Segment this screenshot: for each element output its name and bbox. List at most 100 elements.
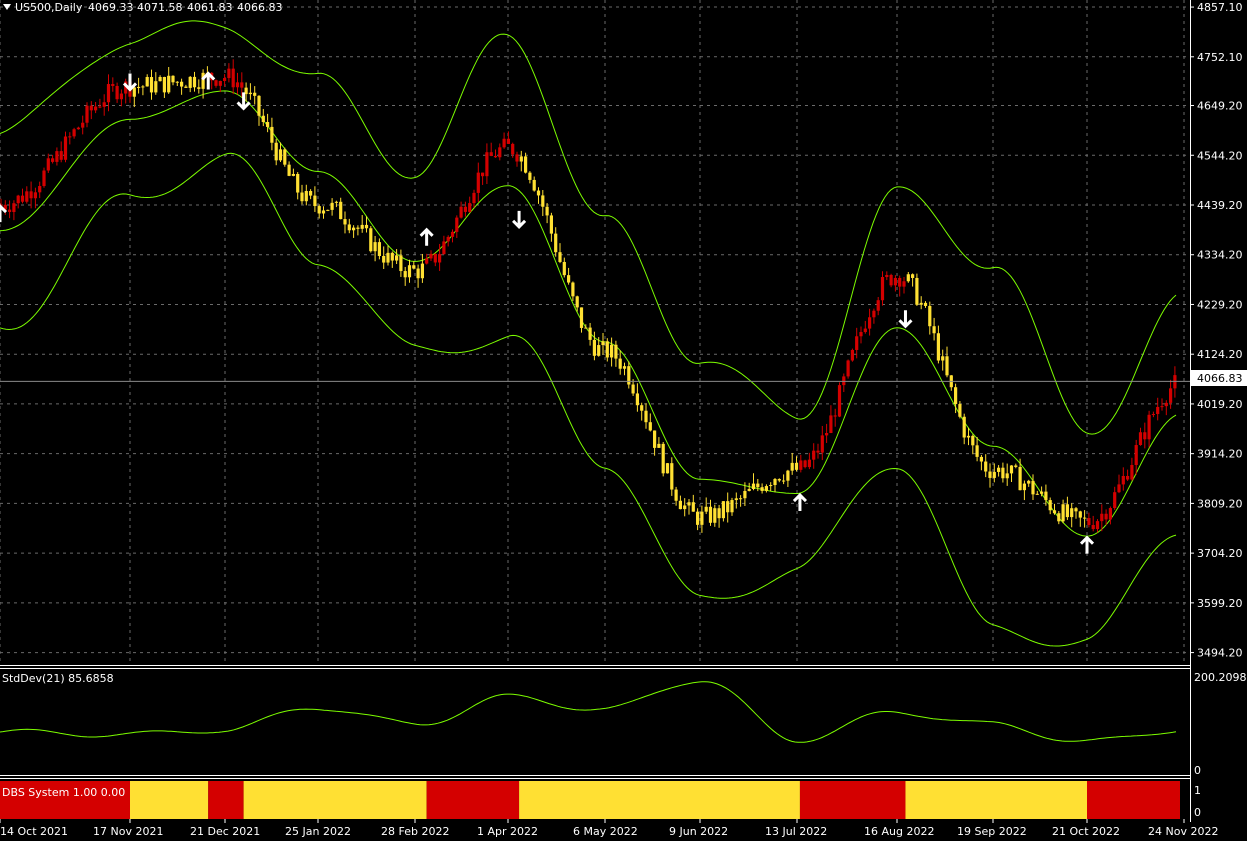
time-tick-label: 25 Jan 2022 (285, 825, 351, 838)
chart-canvas[interactable]: 4857.10 4752.10 4649.20 4544.20 4439.20 4334.… (0, 0, 1247, 841)
candle-body (958, 404, 962, 417)
candle-body (455, 217, 459, 232)
price-tick-label: 4857.10 (1197, 1, 1243, 14)
arrow-up-icon (419, 227, 434, 246)
candle-body (12, 203, 16, 213)
candle-body (614, 344, 618, 359)
candle-body (29, 191, 33, 199)
candle-body (395, 255, 399, 261)
candle-body (941, 356, 945, 361)
dbs-segment (905, 781, 1087, 819)
candle-body (743, 490, 747, 499)
stddev-panel[interactable]: StdDev(21) 85.6858 200.2098 0 (0, 671, 1247, 777)
candle-body (932, 326, 936, 334)
candle-body (1134, 445, 1138, 465)
candle-body (1040, 491, 1044, 494)
candle-body (708, 506, 713, 523)
candle-body (463, 206, 467, 212)
candle-body (992, 471, 996, 478)
candle-body (356, 227, 360, 229)
candle-body (880, 277, 885, 301)
price-tick-label: 4124.20 (1197, 348, 1243, 361)
candle-body (850, 349, 854, 361)
candle-body (347, 224, 351, 231)
candle-body (235, 82, 240, 88)
candle-body (55, 151, 59, 162)
price-tick-label: 4752.10 (1197, 51, 1243, 64)
candle-body (764, 486, 768, 491)
arrow-up-icon (1079, 535, 1095, 554)
candle-body (429, 253, 433, 259)
candle-body (825, 433, 829, 436)
candle-body (296, 173, 300, 193)
candle-body (450, 231, 455, 237)
candle-body (833, 415, 837, 417)
dbs-segment (1087, 781, 1180, 819)
dbs-segment (426, 781, 520, 819)
candle-body (700, 511, 704, 525)
candle-body (162, 76, 166, 93)
candle-body (1117, 484, 1121, 493)
price-tick-label: 3914.20 (1197, 448, 1243, 461)
candle-body (519, 156, 523, 162)
candle-body (476, 172, 480, 193)
candle-body (1164, 402, 1168, 407)
price-axis: 4857.10 4752.10 4649.20 4544.20 4439.20 4334.… (1190, 0, 1247, 822)
price-tick-label: 3809.20 (1197, 497, 1243, 510)
candle-body (137, 86, 141, 88)
candle-body (618, 358, 622, 369)
candle-body (571, 282, 575, 297)
candle-body (696, 511, 700, 525)
candle-body (803, 460, 807, 468)
candle-body (1095, 521, 1100, 530)
candle-body (399, 255, 403, 272)
candle-body (218, 80, 222, 86)
candle-body (94, 106, 98, 111)
dbs-label: DBS System 1.00 0.00 (2, 786, 125, 799)
candle-body (132, 87, 136, 97)
candle-body (511, 143, 515, 155)
candle-body (141, 86, 145, 88)
candle-body (545, 206, 549, 216)
candle-body (493, 155, 498, 158)
candle-body (962, 416, 966, 438)
candle-body (1121, 475, 1125, 485)
candle-body (313, 195, 317, 207)
candle-body (1057, 513, 1061, 522)
candle-body (747, 489, 751, 491)
candle-body (846, 360, 850, 377)
candle-body (81, 122, 85, 128)
dbs-panel[interactable]: DBS System 1.00 0.00 1 0 (0, 781, 1201, 819)
candle-body (278, 149, 283, 161)
candle-body (72, 129, 76, 137)
candle-body (592, 339, 596, 356)
dbs-segment (519, 781, 800, 819)
candle-body (597, 345, 601, 356)
candle-body (360, 224, 364, 229)
candle-body (1169, 388, 1173, 403)
candle-body (16, 195, 20, 204)
candle-body (407, 265, 412, 278)
candle-body (352, 227, 356, 231)
price-tick-label: 3704.20 (1197, 547, 1243, 560)
candle-body (812, 450, 816, 460)
candle-body (446, 236, 450, 242)
price-panel[interactable] (0, 0, 1190, 665)
candle-body (1113, 492, 1117, 509)
candle-body (622, 366, 627, 369)
candle-body (1108, 508, 1112, 520)
candle-body (1091, 525, 1095, 530)
candle-body (872, 310, 876, 318)
candle-body (923, 302, 928, 306)
band-lower (0, 152, 1177, 647)
candle-body (386, 252, 390, 263)
low-value: 4061.83 (187, 1, 233, 14)
candle-body (115, 85, 119, 100)
candle-body (579, 307, 584, 328)
candle-body (730, 500, 734, 513)
candle-body (760, 487, 764, 491)
candle-body (291, 173, 295, 176)
candle-body (936, 333, 940, 361)
candle-body (248, 92, 252, 95)
candle-body (567, 275, 571, 283)
